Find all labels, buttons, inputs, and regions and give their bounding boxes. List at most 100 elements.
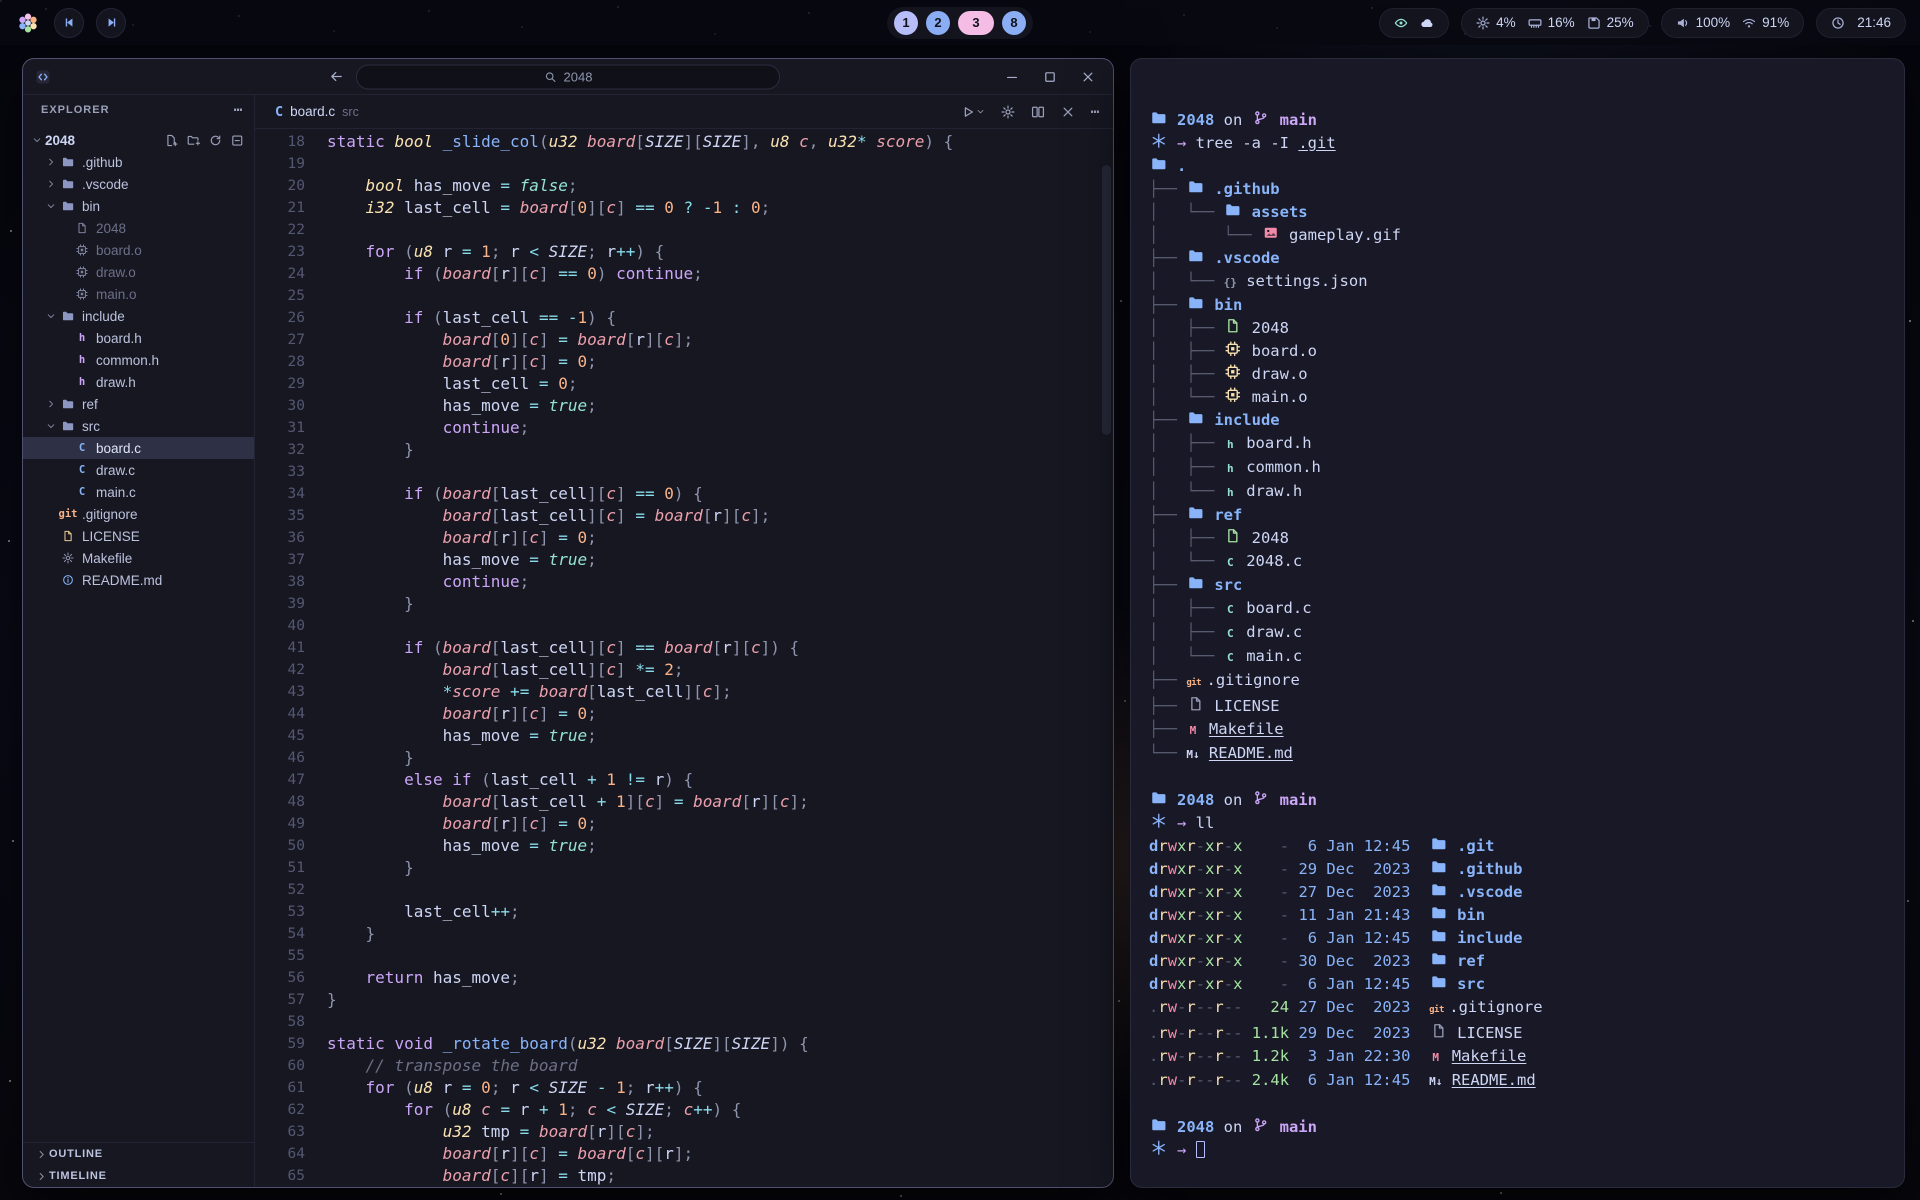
explorer-item-bin[interactable]: bin xyxy=(23,195,254,217)
code-line[interactable]: 44 board[r][c] = 0; xyxy=(255,703,1113,725)
workspace-3-active[interactable]: 3 xyxy=(958,11,994,35)
terminal-output[interactable]: 2048 on main → tree -a -I .git .├── .git… xyxy=(1131,59,1904,1187)
code-line[interactable]: 50 has_move = true; xyxy=(255,835,1113,857)
code-line[interactable]: 56 return has_move; xyxy=(255,967,1113,989)
run-file-button[interactable] xyxy=(961,105,985,119)
code-line[interactable]: 62 for (u8 c = r + 1; c < SIZE; c++) { xyxy=(255,1099,1113,1121)
close-editor-button[interactable] xyxy=(1061,105,1075,119)
code-line[interactable]: 59static void _rotate_board(u32 board[SI… xyxy=(255,1033,1113,1055)
weather-widget[interactable] xyxy=(1379,8,1449,38)
editor-settings-button[interactable] xyxy=(1001,105,1015,119)
code-line[interactable]: 42 board[last_cell][c] *= 2; xyxy=(255,659,1113,681)
code-line[interactable]: 41 if (board[last_cell][c] == board[r][c… xyxy=(255,637,1113,659)
code-line[interactable]: 40 xyxy=(255,615,1113,637)
code-line[interactable]: 61 for (u8 r = 0; r < SIZE - 1; r++) { xyxy=(255,1077,1113,1099)
explorer-item-README.md[interactable]: README.md xyxy=(23,569,254,591)
explorer-item-draw.h[interactable]: hdraw.h xyxy=(23,371,254,393)
code-line[interactable]: 46 } xyxy=(255,747,1113,769)
system-stats-widget[interactable]: 4% 16% 25% xyxy=(1461,8,1649,38)
explorer-item-board.c[interactable]: Cboard.c xyxy=(23,437,254,459)
tab-board-c[interactable]: C board.c src xyxy=(265,95,369,128)
explorer-item-.github[interactable]: .github xyxy=(23,151,254,173)
audio-network-widget[interactable]: 100% 91% xyxy=(1661,8,1805,38)
code-line[interactable]: 48 board[last_cell + 1][c] = board[r][c]… xyxy=(255,791,1113,813)
explorer-item-common.h[interactable]: hcommon.h xyxy=(23,349,254,371)
code-line[interactable]: 28 board[r][c] = 0; xyxy=(255,351,1113,373)
code-line[interactable]: 38 continue; xyxy=(255,571,1113,593)
collapse-folders-button[interactable] xyxy=(231,134,244,147)
code-line[interactable]: 33 xyxy=(255,461,1113,483)
explorer-item-src[interactable]: src xyxy=(23,415,254,437)
more-actions-button[interactable]: ⋯ xyxy=(1091,104,1099,120)
code-line[interactable]: 34 if (board[last_cell][c] == 0) { xyxy=(255,483,1113,505)
media-prev-button[interactable] xyxy=(54,8,84,38)
code-line[interactable]: 39 } xyxy=(255,593,1113,615)
split-editor-button[interactable] xyxy=(1031,105,1045,119)
code-line[interactable]: 22 xyxy=(255,219,1113,241)
code-line[interactable]: 43 *score += board[last_cell][c]; xyxy=(255,681,1113,703)
launcher-button[interactable] xyxy=(14,9,42,37)
code-line[interactable]: 31 continue; xyxy=(255,417,1113,439)
explorer-item-LICENSE[interactable]: LICENSE xyxy=(23,525,254,547)
explorer-item-ref[interactable]: ref xyxy=(23,393,254,415)
explorer-item-main.c[interactable]: Cmain.c xyxy=(23,481,254,503)
back-arrow-icon[interactable] xyxy=(329,69,344,84)
editor-scrollbar[interactable] xyxy=(1102,135,1111,1177)
explorer-root-folder[interactable]: 2048 xyxy=(23,129,254,151)
code-line[interactable]: 27 board[0][c] = board[r][c]; xyxy=(255,329,1113,351)
code-line[interactable]: 53 last_cell++; xyxy=(255,901,1113,923)
scrollbar-thumb[interactable] xyxy=(1102,165,1111,435)
code-line[interactable]: 45 has_move = true; xyxy=(255,725,1113,747)
maximize-button[interactable] xyxy=(1043,70,1057,84)
code-line[interactable]: 29 last_cell = 0; xyxy=(255,373,1113,395)
explorer-item-Makefile[interactable]: Makefile xyxy=(23,547,254,569)
minimize-button[interactable] xyxy=(1005,70,1019,84)
explorer-item-.vscode[interactable]: .vscode xyxy=(23,173,254,195)
refresh-explorer-button[interactable] xyxy=(209,134,222,147)
workspace-1[interactable]: 1 xyxy=(894,11,918,35)
editor-titlebar[interactable]: 2048 xyxy=(23,59,1113,95)
code-line[interactable]: 18static bool _slide_col(u32 board[SIZE]… xyxy=(255,131,1113,153)
outline-section[interactable]: OUTLINE xyxy=(23,1143,254,1165)
close-button[interactable] xyxy=(1081,70,1095,84)
timeline-section[interactable]: TIMELINE xyxy=(23,1165,254,1187)
titlebar-search[interactable]: 2048 xyxy=(356,64,780,89)
explorer-item-2048[interactable]: 2048 xyxy=(23,217,254,239)
code-line[interactable]: 60 // transpose the board xyxy=(255,1055,1113,1077)
code-line[interactable]: 20 bool has_move = false; xyxy=(255,175,1113,197)
code-line[interactable]: 21 i32 last_cell = board[0][c] == 0 ? -1… xyxy=(255,197,1113,219)
code-line[interactable]: 24 if (board[r][c] == 0) continue; xyxy=(255,263,1113,285)
code-line[interactable]: 58 xyxy=(255,1011,1113,1033)
code-line[interactable]: 32 } xyxy=(255,439,1113,461)
code-line[interactable]: 36 board[r][c] = 0; xyxy=(255,527,1113,549)
code-line[interactable]: 35 board[last_cell][c] = board[r][c]; xyxy=(255,505,1113,527)
workspace-8[interactable]: 8 xyxy=(1002,11,1026,35)
explorer-item-board.o[interactable]: board.o xyxy=(23,239,254,261)
code-line[interactable]: 52 xyxy=(255,879,1113,901)
code-line[interactable]: 25 xyxy=(255,285,1113,307)
code-line[interactable]: 47 else if (last_cell + 1 != r) { xyxy=(255,769,1113,791)
code-line[interactable]: 26 if (last_cell == -1) { xyxy=(255,307,1113,329)
code-line[interactable]: 55 xyxy=(255,945,1113,967)
code-line[interactable]: 65 board[c][r] = tmp; xyxy=(255,1165,1113,1187)
code-line[interactable]: 37 has_move = true; xyxy=(255,549,1113,571)
explorer-item-main.o[interactable]: main.o xyxy=(23,283,254,305)
explorer-item-board.h[interactable]: hboard.h xyxy=(23,327,254,349)
clock-widget[interactable]: 21:46 xyxy=(1816,8,1906,38)
explorer-item-.gitignore[interactable]: git.gitignore xyxy=(23,503,254,525)
code-editor[interactable]: 18static bool _slide_col(u32 board[SIZE]… xyxy=(255,129,1113,1187)
new-file-button[interactable] xyxy=(165,134,178,147)
code-line[interactable]: 19 xyxy=(255,153,1113,175)
code-line[interactable]: 23 for (u8 r = 1; r < SIZE; r++) { xyxy=(255,241,1113,263)
explorer-more-button[interactable]: ⋯ xyxy=(234,102,242,118)
code-line[interactable]: 49 board[r][c] = 0; xyxy=(255,813,1113,835)
code-line[interactable]: 51 } xyxy=(255,857,1113,879)
new-folder-button[interactable] xyxy=(187,134,200,147)
code-line[interactable]: 30 has_move = true; xyxy=(255,395,1113,417)
workspace-2[interactable]: 2 xyxy=(926,11,950,35)
code-line[interactable]: 54 } xyxy=(255,923,1113,945)
code-line[interactable]: 57} xyxy=(255,989,1113,1011)
explorer-item-include[interactable]: include xyxy=(23,305,254,327)
code-line[interactable]: 63 u32 tmp = board[r][c]; xyxy=(255,1121,1113,1143)
media-next-button[interactable] xyxy=(96,8,126,38)
